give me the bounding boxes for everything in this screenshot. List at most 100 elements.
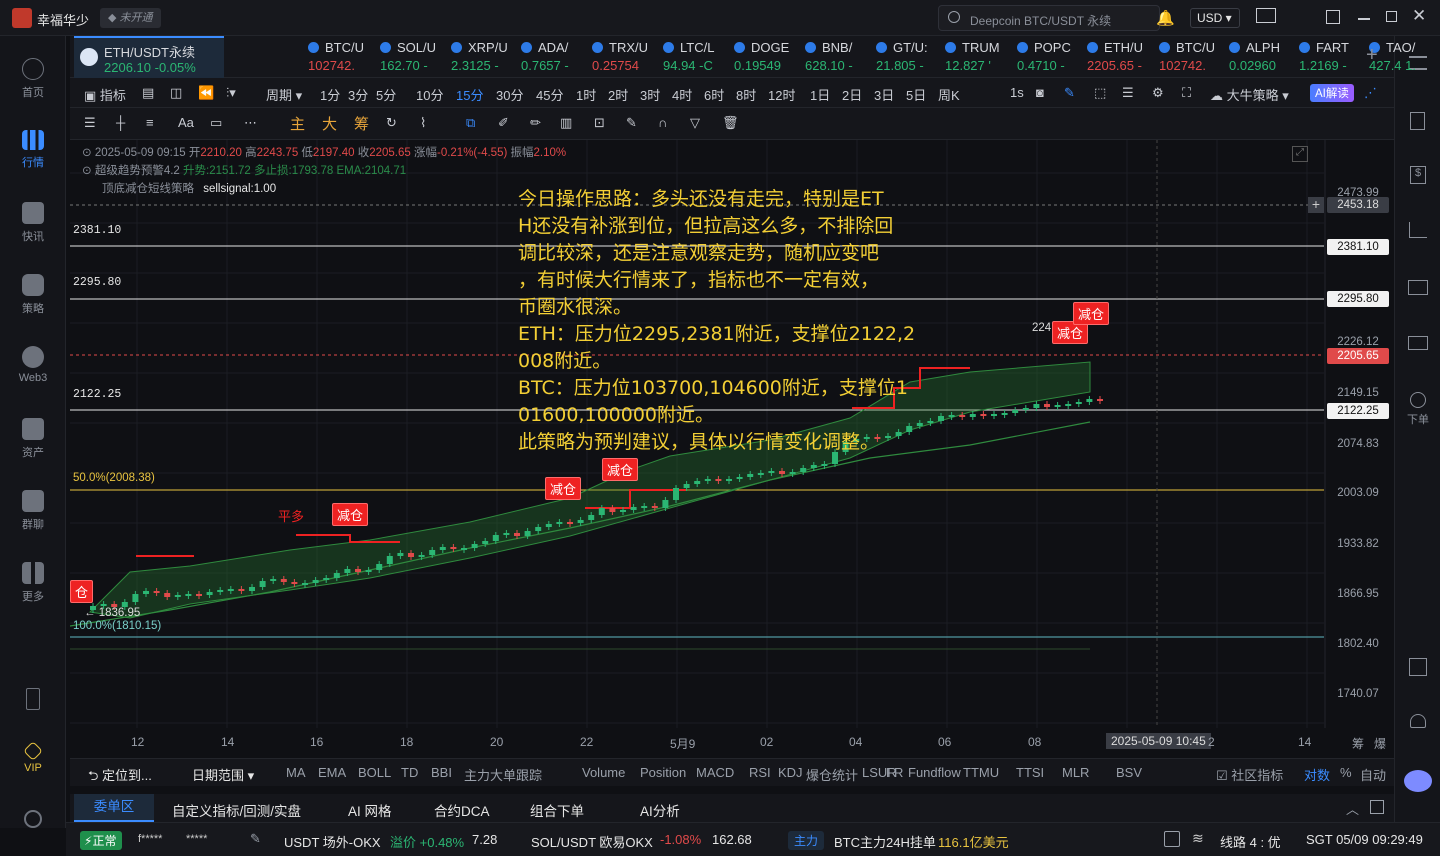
hamburger-icon[interactable]: ☰ xyxy=(84,115,96,131)
chart-resize-icon[interactable]: ⤢ xyxy=(1292,146,1308,162)
nav-more[interactable]: 更多 xyxy=(0,562,66,604)
ticker-tab[interactable]: DOGE 0.19549 xyxy=(728,36,798,78)
open-signal[interactable]: 仓 xyxy=(70,580,94,603)
add-alert-icon[interactable]: + xyxy=(1308,197,1324,213)
trash-icon[interactable]: 🗑 xyxy=(722,115,739,131)
ticker-tab[interactable]: XRP/U 2.3125 - xyxy=(445,36,515,78)
nav-vip[interactable]: VIP xyxy=(0,741,66,774)
bars-icon[interactable]: ▥ xyxy=(560,115,572,131)
search-box[interactable]: Deepcoin BTC/USDT 永续 xyxy=(938,5,1160,31)
expand-icon[interactable]: ⬚ xyxy=(1094,85,1106,101)
candle-type-icon[interactable]: ⫶▾ xyxy=(226,85,236,101)
flat-long-signal[interactable]: 平多 xyxy=(278,506,304,525)
share-icon[interactable]: ⋰ xyxy=(1364,85,1377,101)
log-toggle[interactable]: 对数 xyxy=(1304,765,1330,784)
brush-icon[interactable]: ⌇ xyxy=(420,115,426,131)
tab-ai-analysis[interactable]: AI分析 xyxy=(640,800,680,820)
help-icon[interactable] xyxy=(1164,831,1180,847)
assistant-icon[interactable] xyxy=(1404,770,1432,792)
collapse-icon[interactable]: ︿ xyxy=(1346,799,1359,818)
currency-select[interactable]: USD ▾ xyxy=(1190,8,1240,28)
draw-icon[interactable]: ✎ xyxy=(1064,85,1075,101)
period-18[interactable]: 周K xyxy=(938,85,960,104)
indicator-5[interactable]: 主力大单跟踪 xyxy=(464,765,542,784)
ticker-tab[interactable]: TRUM 12.827 ' xyxy=(939,36,1009,78)
refresh-icon[interactable]: ↻ xyxy=(386,115,397,131)
cycle-button[interactable]: 周期 ▾ xyxy=(266,85,302,104)
mail-icon[interactable] xyxy=(1256,8,1276,23)
chip-button[interactable]: 筹 xyxy=(354,113,369,134)
nav-web3[interactable]: Web3 xyxy=(0,346,66,384)
period-0[interactable]: 1分 xyxy=(320,85,340,104)
btc-main-label[interactable]: BTC主力24H挂单 xyxy=(834,832,936,851)
monitor-icon[interactable] xyxy=(1408,280,1428,295)
indicator-11[interactable]: 爆仓统计 xyxy=(806,765,858,784)
nav-news[interactable]: 快讯 xyxy=(0,202,66,244)
indicator-8[interactable]: MACD xyxy=(696,765,734,780)
ticker-tab[interactable]: FART 1.2169 - xyxy=(1293,36,1363,78)
date-range-button[interactable]: 日期范围 ▾ xyxy=(192,765,254,784)
second-period[interactable]: 1s xyxy=(1010,85,1024,100)
chart-area[interactable]: ⊙ 2025-05-09 09:15 开2210.20 高2243.75 低21… xyxy=(70,140,1394,728)
bell-icon[interactable]: 🔔 xyxy=(1156,9,1175,27)
app-name[interactable]: 幸福华少 xyxy=(37,10,89,29)
period-4[interactable]: 15分 xyxy=(456,85,483,104)
period-8[interactable]: 2时 xyxy=(608,85,628,104)
device-icon[interactable] xyxy=(0,688,66,714)
font-button[interactable]: Aa xyxy=(178,115,194,130)
indicator-14[interactable]: Fundflow xyxy=(908,765,961,780)
period-11[interactable]: 6时 xyxy=(704,85,724,104)
ruler-icon[interactable]: ▭ xyxy=(210,115,222,131)
headset-icon[interactable] xyxy=(1410,714,1426,728)
tab-ai-grid[interactable]: AI 网格 xyxy=(348,800,392,820)
period-17[interactable]: 5日 xyxy=(906,85,926,104)
indicator-0[interactable]: MA xyxy=(286,765,306,780)
sol-pair[interactable]: SOL/USDT 欧易OKX xyxy=(531,832,653,851)
legend-toggle-icon[interactable]: ⊙ xyxy=(82,165,92,177)
period-5[interactable]: 30分 xyxy=(496,85,523,104)
magnet-icon[interactable]: ∩ xyxy=(658,115,667,130)
pen-icon[interactable]: ✐ xyxy=(498,115,509,131)
growth-icon[interactable] xyxy=(1409,222,1427,238)
indicator-7[interactable]: Position xyxy=(640,765,686,780)
copy-icon[interactable]: ⧉ xyxy=(466,115,475,131)
edit-icon[interactable]: ✎ xyxy=(250,831,261,847)
camera-icon[interactable]: ◙ xyxy=(1036,85,1044,100)
period-3[interactable]: 10分 xyxy=(416,85,443,104)
pencil-icon[interactable]: ✏ xyxy=(530,115,541,131)
ticker-tab-active[interactable]: ETH/USDT永续 2206.10 -0.05% xyxy=(74,36,224,78)
indicator-3[interactable]: TD xyxy=(401,765,418,780)
order-button[interactable]: 下单 xyxy=(1395,392,1440,427)
layout-icon[interactable] xyxy=(1409,658,1427,676)
period-16[interactable]: 3日 xyxy=(874,85,894,104)
settings-icon[interactable] xyxy=(0,810,66,832)
multi-line-icon[interactable]: ≡ xyxy=(146,115,154,130)
ticker-tab[interactable]: ALPH 0.02960 xyxy=(1223,36,1293,78)
period-9[interactable]: 3时 xyxy=(640,85,660,104)
hline-icon[interactable]: ┼ xyxy=(116,115,125,130)
dollar-icon[interactable]: $ xyxy=(1410,166,1426,184)
ticker-tab[interactable]: BNB/628.10 - xyxy=(799,36,869,78)
tab-orders[interactable]: 委单区 xyxy=(74,794,154,822)
indicator-2[interactable]: BOLL xyxy=(358,765,391,780)
maximize-icon[interactable] xyxy=(1386,11,1397,22)
indicator-9[interactable]: RSI xyxy=(749,765,771,780)
usdt-otc-label[interactable]: USDT 场外-OKX xyxy=(284,832,381,851)
fullscreen-icon[interactable]: ⛶ xyxy=(1182,85,1191,101)
settings-small-icon[interactable]: ⚙ xyxy=(1152,85,1164,101)
ticker-tab[interactable]: POPC 0.4710 - xyxy=(1011,36,1081,78)
filter-icon[interactable]: ▽ xyxy=(690,115,700,131)
ticker-tab[interactable]: BTC/U 102742. xyxy=(1153,36,1223,78)
add-tab-icon[interactable]: + xyxy=(1366,44,1378,67)
percent-toggle[interactable]: % xyxy=(1340,765,1352,780)
nav-assets[interactable]: 资产 xyxy=(0,418,66,460)
period-2[interactable]: 5分 xyxy=(376,85,396,104)
nav-home[interactable]: 首页 xyxy=(0,58,66,100)
indicator-18[interactable]: BSV xyxy=(1116,765,1142,780)
popout-icon[interactable] xyxy=(1326,10,1340,24)
strategy-button[interactable]: ☁ 大牛策略 ▾ xyxy=(1210,85,1289,104)
reduce-signal[interactable]: 减仓 xyxy=(545,477,582,500)
tab-custom-indicator[interactable]: 自定义指标/回测/实盘 xyxy=(172,800,301,820)
document-icon[interactable] xyxy=(1410,112,1425,130)
close-icon[interactable]: ✕ xyxy=(1412,6,1426,26)
